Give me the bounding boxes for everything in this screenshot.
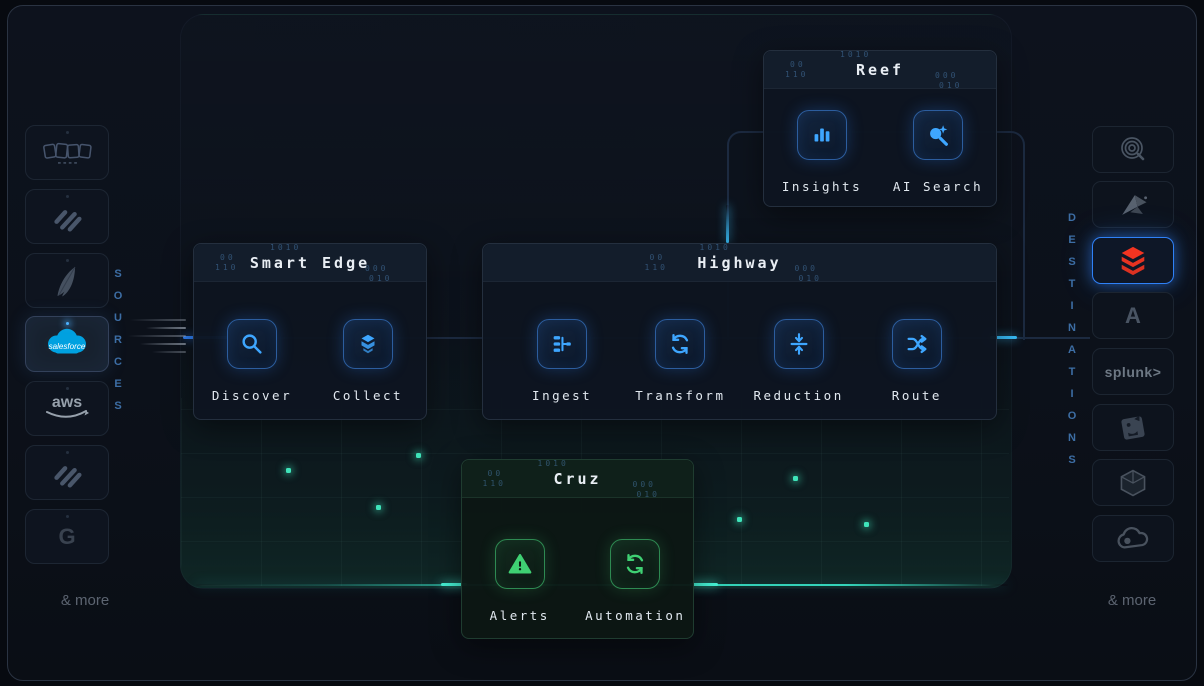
- destination-tile-cube[interactable]: [1092, 459, 1174, 506]
- destination-tile-datadog[interactable]: [1092, 404, 1174, 451]
- origami-bird-logo: [1122, 194, 1148, 215]
- reef-item-insights: Insights: [764, 110, 880, 194]
- source-tile-stripes[interactable]: [25, 189, 109, 244]
- highway-panel: 1010 00 110 000 010 Highway Ingest Trans…: [482, 243, 997, 420]
- speed-line: [130, 319, 186, 321]
- source-tile-salesforce[interactable]: salesforce: [25, 316, 109, 372]
- datadog-logo: [1121, 414, 1145, 440]
- cube-logo: [1120, 469, 1146, 496]
- smart-edge-header: 1010 00 110 000 010 Smart Edge: [194, 243, 426, 283]
- panel-title-cruz: Cruz: [553, 469, 602, 488]
- source-tile-stripes-2[interactable]: [25, 445, 109, 500]
- source-tile-google[interactable]: G: [25, 509, 109, 564]
- data-particle: [416, 453, 421, 458]
- item-label: Discover: [211, 388, 293, 403]
- cruz-right-connector-glow: [690, 583, 718, 586]
- speed-line: [140, 343, 186, 345]
- destination-tile-q[interactable]: [1092, 126, 1174, 173]
- destination-tile-splunk[interactable]: splunk>: [1092, 348, 1174, 395]
- item-label: Collect: [332, 388, 404, 403]
- boxes-logo: [43, 142, 92, 164]
- item-label: AI Search: [892, 179, 984, 194]
- cruz-item-alerts: Alerts: [462, 538, 578, 623]
- panel-title-highway: Highway: [697, 253, 782, 272]
- destination-tile-cloud[interactable]: [1092, 515, 1174, 562]
- warning-icon[interactable]: [494, 538, 545, 589]
- reef-panel: 1010 00 110 000 010 Reef Insights AI Sea…: [763, 50, 997, 207]
- smart-edge-item-discover: Discover: [194, 319, 310, 403]
- destinations-more-label: & more: [1107, 592, 1157, 609]
- google-logo: G: [58, 523, 76, 549]
- destination-tile-azure[interactable]: A: [1092, 292, 1174, 339]
- panel-title-reef: Reef: [855, 60, 905, 79]
- source-tile-aws[interactable]: aws: [25, 381, 109, 436]
- smart-edge-panel: 1010 00 110 000 010 Smart Edge Discover Co…: [193, 243, 427, 420]
- data-particle: [286, 468, 291, 473]
- reef-item-ai-search: AI Search: [880, 110, 996, 194]
- panel-title-smart-edge: Smart Edge: [249, 253, 371, 272]
- shuffle-icon[interactable]: [891, 319, 942, 369]
- diagonal-stripes-logo: [54, 209, 82, 232]
- cruz-panel: 1010 00 110 000 010 Cruz Alerts Automati…: [461, 459, 694, 639]
- azure-a-logo: A: [1125, 302, 1141, 328]
- splunk-logo: splunk>: [1104, 363, 1162, 380]
- merge-icon[interactable]: [537, 319, 588, 369]
- item-label: Route: [891, 388, 942, 403]
- item-label: Automation: [585, 607, 686, 623]
- highway-reef-glow: [726, 205, 729, 243]
- collect-box-icon[interactable]: [343, 319, 393, 369]
- cruz-item-automation: Automation: [578, 538, 694, 623]
- ai-search-icon[interactable]: [913, 110, 963, 160]
- cloud-logo: [1117, 526, 1149, 549]
- cruz-header: 1010 00 110 000 010 Cruz: [462, 459, 693, 499]
- data-particle: [737, 517, 742, 522]
- item-label: Reduction: [753, 388, 844, 403]
- sync-green-icon[interactable]: [610, 538, 661, 589]
- destination-tile-databricks[interactable]: [1092, 237, 1174, 284]
- source-tile-feather[interactable]: [25, 253, 109, 308]
- diagonal-stripes-logo: [54, 465, 82, 488]
- destinations-rail-label: DESTINATIONS: [1066, 212, 1078, 476]
- compress-icon[interactable]: [773, 319, 824, 369]
- bar-chart-icon[interactable]: [797, 110, 847, 160]
- source-tile-boxes[interactable]: [25, 125, 109, 180]
- item-label: Insights: [781, 179, 863, 194]
- speed-line: [152, 351, 186, 353]
- highway-item-route: Route: [858, 319, 976, 403]
- highway-item-transform: Transform: [621, 319, 739, 403]
- highway-header: 1010 00 110 000 010 Highway: [483, 243, 996, 283]
- item-label: Ingest: [532, 388, 593, 403]
- data-particle: [793, 476, 798, 481]
- data-particle: [864, 522, 869, 527]
- highway-item-reduction: Reduction: [740, 319, 858, 403]
- sync-icon[interactable]: [655, 319, 706, 369]
- item-label: Transform: [635, 388, 726, 403]
- speed-line: [146, 327, 186, 329]
- magnifier-icon[interactable]: [227, 319, 277, 369]
- sources-more-label: & more: [60, 592, 110, 609]
- destination-tile-bird[interactable]: [1092, 181, 1174, 228]
- svg-text:salesforce: salesforce: [49, 342, 86, 351]
- data-particle: [376, 505, 381, 510]
- reef-header: 1010 00 110 000 010 Reef: [764, 50, 996, 90]
- highway-item-ingest: Ingest: [503, 319, 621, 403]
- smart-edge-item-collect: Collect: [310, 319, 426, 403]
- sources-rail-label: SOURCES: [112, 268, 124, 422]
- apache-feather-logo: [57, 266, 76, 296]
- item-label: Alerts: [489, 607, 550, 623]
- q-spiral-logo: [1121, 136, 1145, 160]
- databricks-logo: [1121, 246, 1145, 275]
- salesforce-logo: salesforce: [48, 328, 86, 354]
- speed-line: [128, 335, 186, 337]
- aws-logo: aws: [42, 394, 92, 422]
